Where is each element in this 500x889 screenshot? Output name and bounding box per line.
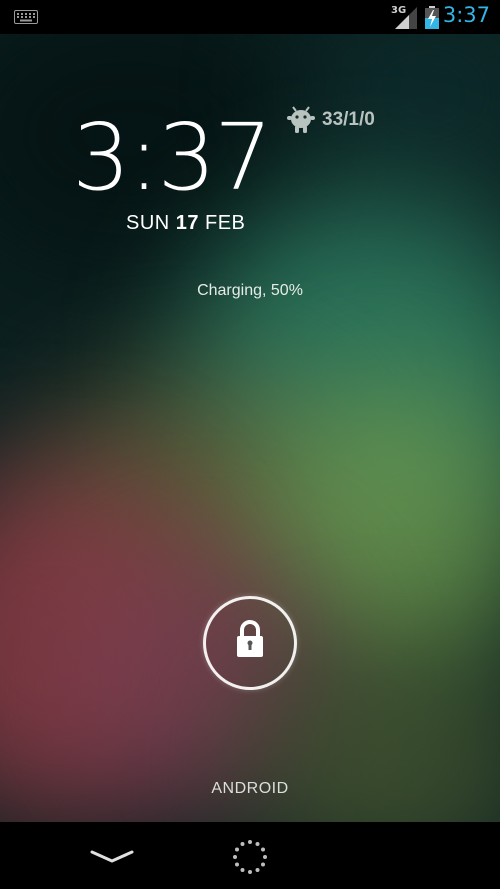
lockscreen-clock: 3:37 [72,104,273,211]
android-bot-icon [287,106,315,133]
date-day-number: 17 [175,212,199,234]
date-month: FEB [204,212,246,234]
widget-counts: 33/1/0 [322,109,375,130]
status-bar-time: 3:37 [442,3,490,27]
status-bar[interactable]: 3G 3:37 [0,0,500,34]
signal-icon [395,7,417,29]
assist-ring-icon[interactable] [231,838,269,876]
date-day: SUN [126,212,170,234]
lockscreen-date: SUN 17 FEB [126,212,245,235]
battery-charging-icon [425,6,439,29]
lock-icon [237,620,263,657]
charging-status: Charging, 50% [197,282,303,299]
back-chevron-icon[interactable] [90,850,134,864]
lock-screen: 3G 3:37 3:37 SUN 17 FEB 33/1/0 Charging,… [0,0,500,889]
carrier-label: ANDROID [211,780,289,797]
lockscreen-widget[interactable]: 33/1/0 [286,106,375,134]
keyboard-icon [14,10,38,24]
unlock-handle[interactable] [203,596,297,690]
